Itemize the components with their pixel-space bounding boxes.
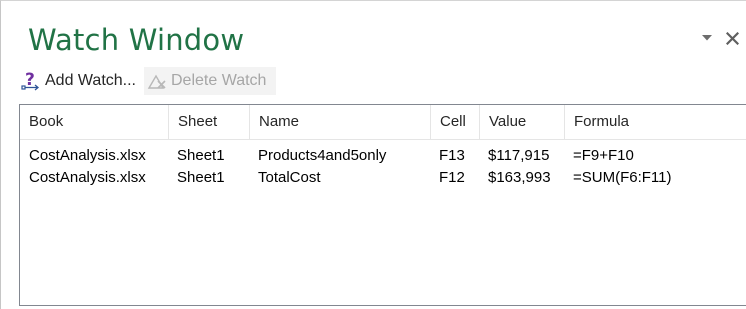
- value-cell: $117,915: [488, 147, 550, 164]
- cell-ref-cell: F12: [439, 169, 465, 186]
- watch-list[interactable]: Book Sheet Name Cell Value Formula CostA…: [19, 104, 746, 306]
- column-header-value[interactable]: Value: [479, 105, 564, 139]
- close-icon[interactable]: [724, 30, 740, 46]
- list-header: Book Sheet Name Cell Value Formula: [20, 105, 746, 140]
- list-item[interactable]: CostAnalysis.xlsx Sheet1 TotalCost F12 $…: [20, 167, 746, 189]
- watch-toolbar: ? Add Watch... Delete Watch: [18, 66, 277, 96]
- column-header-book[interactable]: Book: [20, 105, 168, 139]
- formula-cell: =F9+F10: [573, 147, 634, 164]
- book-cell: CostAnalysis.xlsx: [29, 169, 146, 186]
- formula-cell: =SUM(F6:F11): [573, 169, 672, 186]
- delete-watch-button[interactable]: Delete Watch: [144, 67, 277, 95]
- list-rows: CostAnalysis.xlsx Sheet1 Products4and5on…: [20, 140, 746, 189]
- cell-ref-cell: F13: [439, 147, 465, 164]
- column-header-name[interactable]: Name: [249, 105, 430, 139]
- add-watch-icon: ?: [20, 70, 42, 92]
- column-header-formula[interactable]: Formula: [564, 105, 746, 139]
- pane-title: Watch Window: [28, 23, 245, 57]
- column-header-sheet[interactable]: Sheet: [168, 105, 249, 139]
- delete-watch-label: Delete Watch: [171, 72, 267, 89]
- pane-controls: [699, 28, 740, 48]
- chevron-down-icon[interactable]: [699, 30, 715, 46]
- sheet-cell: Sheet1: [177, 147, 225, 164]
- name-cell: Products4and5only: [258, 147, 387, 164]
- delete-watch-icon: [146, 70, 168, 92]
- value-cell: $163,993: [488, 169, 551, 186]
- add-watch-button[interactable]: ? Add Watch...: [18, 67, 140, 95]
- column-header-cell[interactable]: Cell: [430, 105, 479, 139]
- sheet-cell: Sheet1: [177, 169, 225, 186]
- name-cell: TotalCost: [258, 169, 321, 186]
- list-item[interactable]: CostAnalysis.xlsx Sheet1 Products4and5on…: [20, 145, 746, 167]
- book-cell: CostAnalysis.xlsx: [29, 147, 146, 164]
- add-watch-label: Add Watch...: [45, 72, 136, 89]
- watch-window-pane: Watch Window ? Add Watch... Delete Watch…: [0, 0, 746, 309]
